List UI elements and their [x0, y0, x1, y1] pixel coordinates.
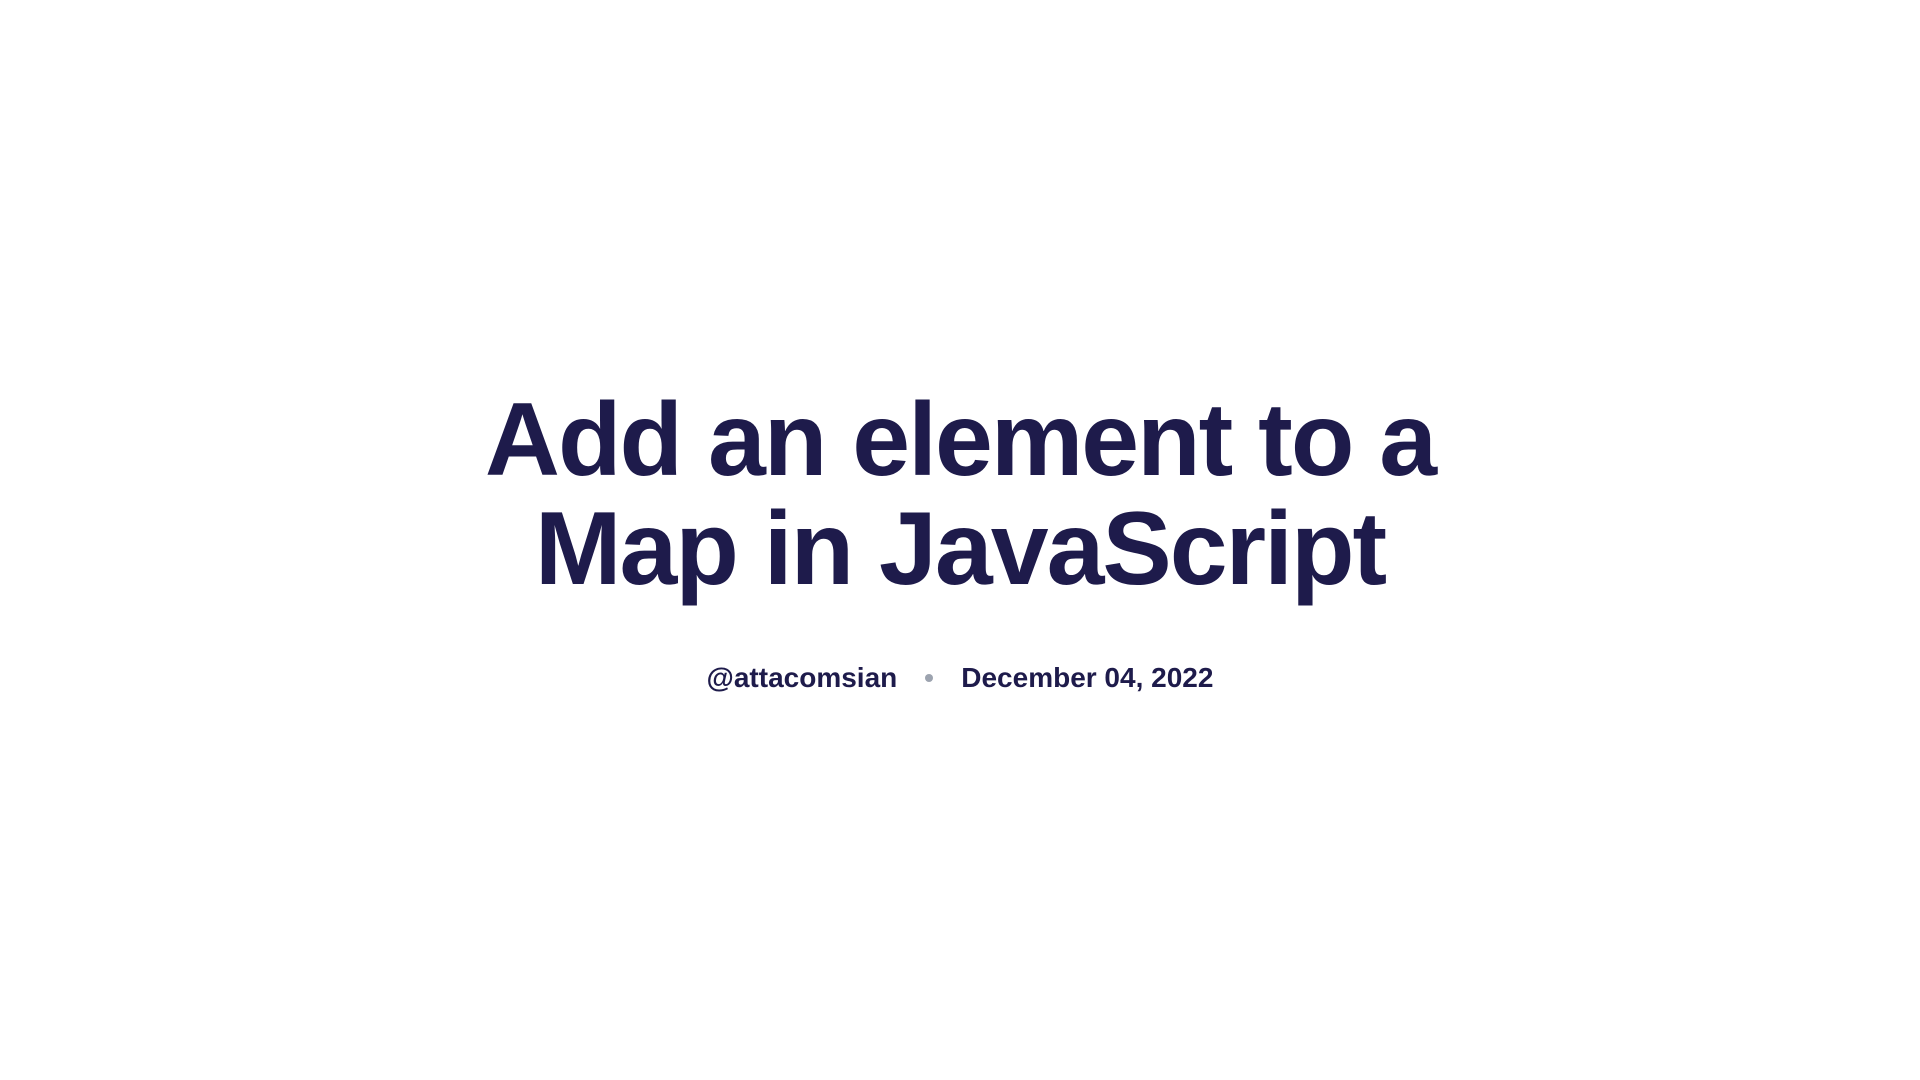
content-container: Add an element to a Map in JavaScript @a…: [410, 386, 1510, 694]
publish-date: December 04, 2022: [961, 662, 1213, 694]
article-title: Add an element to a Map in JavaScript: [410, 386, 1510, 604]
author-handle[interactable]: @attacomsian: [707, 662, 898, 694]
article-meta: @attacomsian December 04, 2022: [707, 662, 1214, 694]
separator-dot: [925, 674, 933, 682]
